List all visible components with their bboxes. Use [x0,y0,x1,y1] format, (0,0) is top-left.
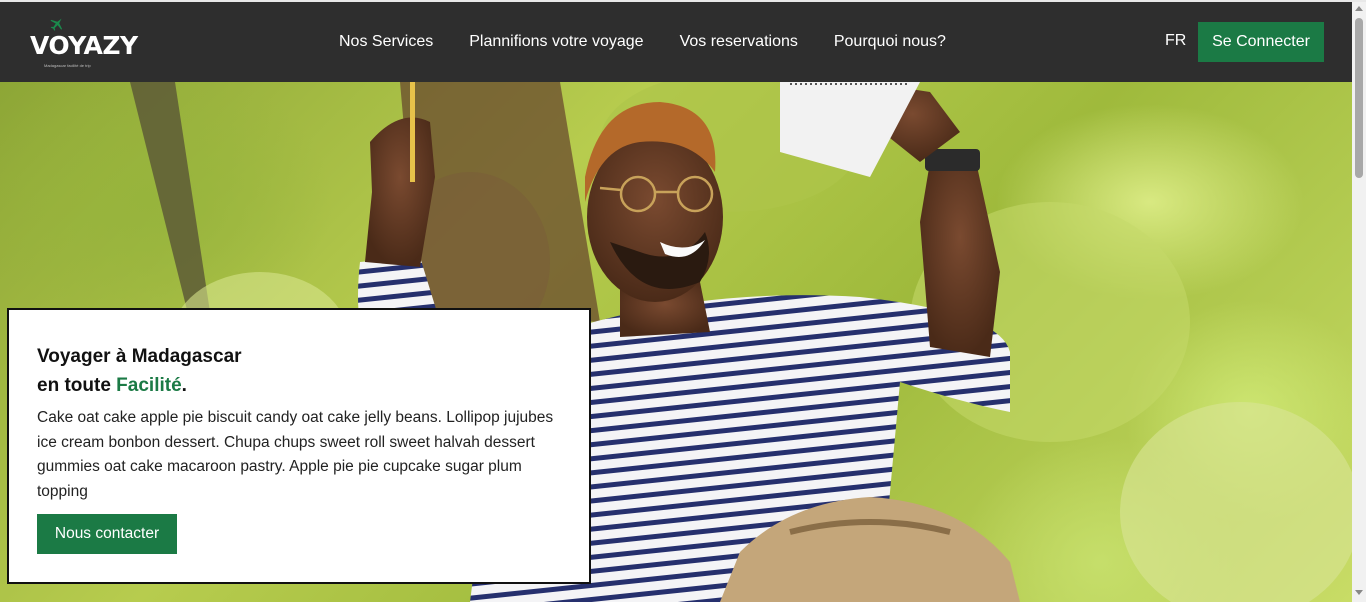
hero-title-prefix: en toute [37,375,111,396]
nav-link-services[interactable]: Nos Services [339,33,433,51]
hero-card: Voyager à Madagascar en toute Facilité. … [7,308,591,584]
nav-link-reservations[interactable]: Vos reservations [680,33,798,51]
navbar: VOYAZY Madagascar facilité de trip Nos S… [0,2,1352,82]
language-selector[interactable]: FR [1165,32,1186,50]
hero-title-highlight: Facilité [116,375,182,396]
brand-name: VOYAZY [30,31,138,60]
scrollbar-thumb[interactable] [1355,18,1363,178]
hero-description: Cake oat cake apple pie biscuit candy oa… [37,409,554,500]
brand-tagline: Madagascar facilité de trip [44,63,91,68]
plane-icon [50,18,63,31]
main-nav: Nos Services Plannifions votre voyage Vo… [339,2,982,82]
contact-button[interactable]: Nous contacter [37,514,177,554]
hero-section: Voyager à Madagascar en toute Facilité. … [0,82,1352,602]
hero-title: Voyager à Madagascar en toute Facilité. [37,342,242,400]
brand-logo[interactable]: VOYAZY Madagascar facilité de trip [30,14,138,72]
nav-link-why-us[interactable]: Pourquoi nous? [834,33,946,51]
page-scrollbar[interactable] [1352,2,1366,602]
login-button[interactable]: Se Connecter [1198,22,1324,62]
hero-title-suffix: . [181,375,187,396]
hero-title-line1: Voyager à Madagascar [37,346,242,367]
scroll-down-arrow-icon[interactable] [1355,590,1363,595]
hero-title-line2: en toute Facilité. [37,371,242,400]
nav-link-plan-trip[interactable]: Plannifions votre voyage [469,33,643,51]
scroll-up-arrow-icon[interactable] [1355,6,1363,11]
